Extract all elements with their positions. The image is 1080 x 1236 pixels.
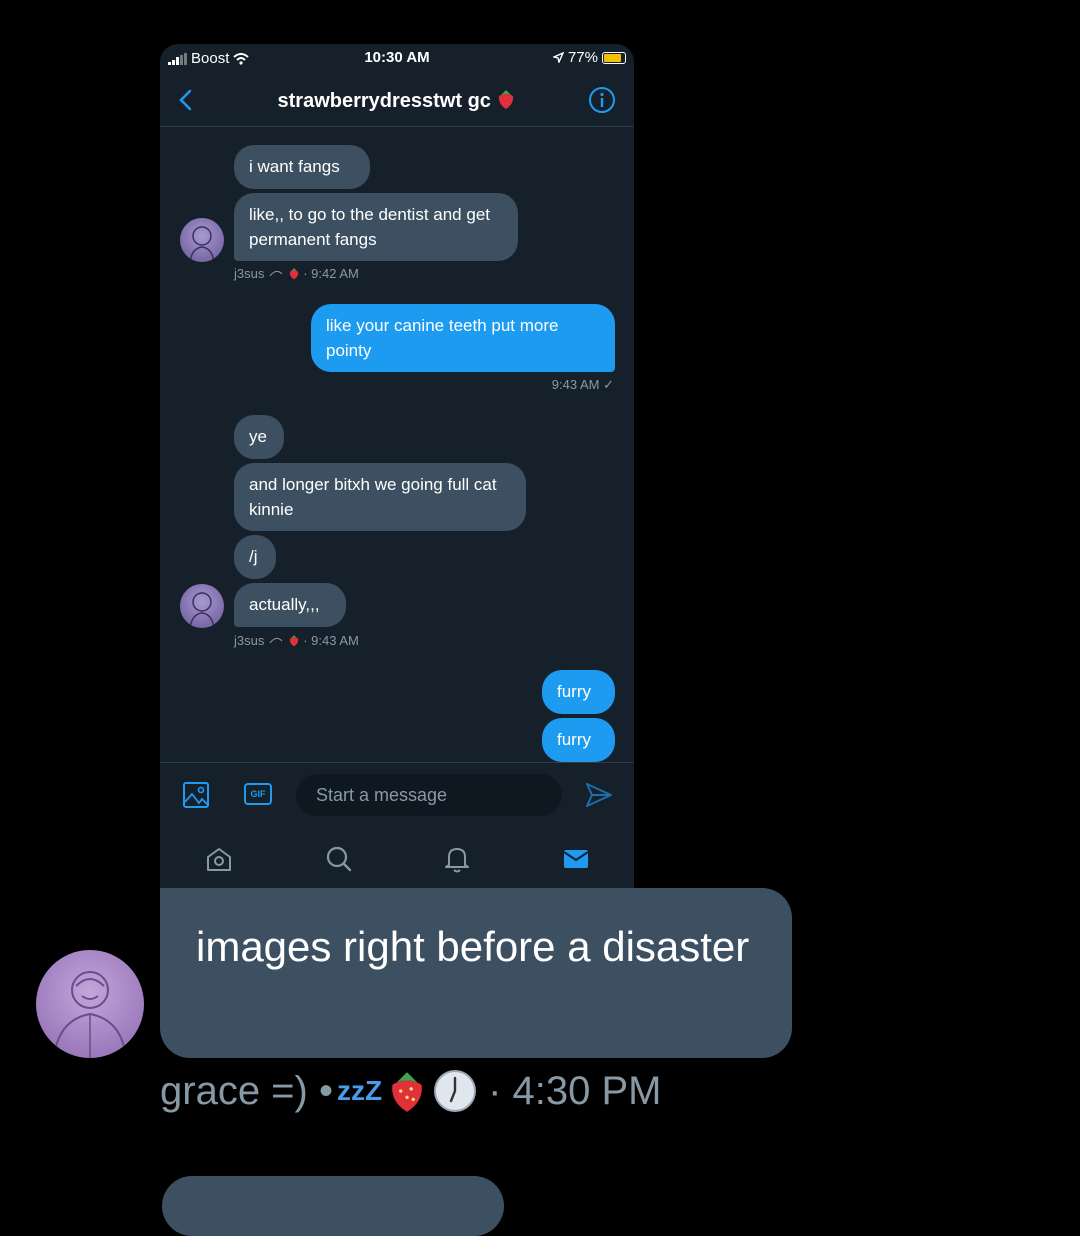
strawberry-icon: [289, 268, 298, 280]
zzz-icon: zzZ: [336, 1075, 383, 1106]
avatar[interactable]: [36, 950, 144, 1058]
search-icon[interactable]: [324, 844, 354, 874]
bell-icon[interactable]: [442, 844, 472, 874]
sender-name: j3sus: [234, 633, 265, 648]
message-input[interactable]: Start a message: [296, 774, 562, 816]
message-bubble[interactable]: furry: [542, 718, 615, 762]
strawberry-icon: [392, 1072, 422, 1112]
sender-name: j3sus: [234, 266, 265, 281]
info-button[interactable]: [588, 86, 616, 114]
message-bubble[interactable]: like your canine teeth put more pointy: [311, 304, 615, 372]
conversation-title-text: strawberrydresstwt gc: [277, 90, 491, 112]
message-meta: j3sus · 9:43 AM: [234, 633, 359, 648]
avatar-drawing: [189, 592, 215, 628]
message-bubble[interactable]: and longer bitxh we going full cat kinni…: [234, 463, 526, 531]
moon-icon: [269, 270, 283, 277]
conversation-header: strawberrydresstwt gc: [160, 74, 634, 127]
send-icon[interactable]: [584, 781, 614, 809]
message-bubble[interactable]: /j: [234, 535, 276, 579]
message-time: · 9:42 AM: [303, 266, 359, 281]
message-bubble[interactable]: actually,,,: [234, 583, 346, 627]
strawberry-icon: [499, 90, 514, 109]
avatar-drawing: [53, 971, 127, 1058]
clock-icon: [434, 1070, 477, 1112]
message-composer: GIF Start a message: [160, 762, 634, 829]
tab-bar: [160, 828, 634, 889]
message-bubble[interactable]: images right before a disaster: [160, 888, 792, 1058]
message-bubble[interactable]: ye: [234, 415, 284, 459]
message-meta: grace =) • zzZ · 4:30 PM: [160, 1068, 661, 1114]
message-time: · 4:30 PM: [488, 1068, 662, 1113]
strawberry-icon: [289, 635, 298, 647]
sender-name: grace =) •: [160, 1068, 333, 1113]
message-bubble[interactable]: furry: [542, 670, 615, 714]
message-meta: j3sus · 9:42 AM: [234, 266, 359, 281]
message-bubble[interactable]: like,, to go to the dentist and get perm…: [234, 193, 518, 261]
image-icon[interactable]: [182, 781, 210, 809]
message-bubble[interactable]: [162, 1176, 504, 1236]
message-time: · 9:43 AM: [303, 633, 359, 648]
battery-percent: 77%: [567, 49, 598, 66]
avatar[interactable]: [180, 584, 224, 628]
message-bubble[interactable]: i want fangs: [234, 145, 370, 189]
moon-icon: [269, 637, 283, 644]
message-time: 9:43 AM ✓: [551, 377, 614, 392]
location-icon: [552, 52, 564, 63]
conversation-title: strawberrydresstwt gc: [160, 88, 634, 113]
home-icon[interactable]: [204, 844, 234, 874]
battery-status: 77%: [552, 49, 626, 66]
status-bar: Boost 10:30 AM 77%: [160, 44, 634, 74]
avatar[interactable]: [180, 218, 224, 262]
gif-button[interactable]: GIF: [244, 783, 272, 805]
dm-screenshot: Boost 10:30 AM 77% strawberrydresstwt gc: [160, 44, 634, 889]
mail-icon[interactable]: [561, 844, 591, 874]
avatar-drawing: [189, 226, 215, 262]
battery-icon: [602, 51, 626, 64]
